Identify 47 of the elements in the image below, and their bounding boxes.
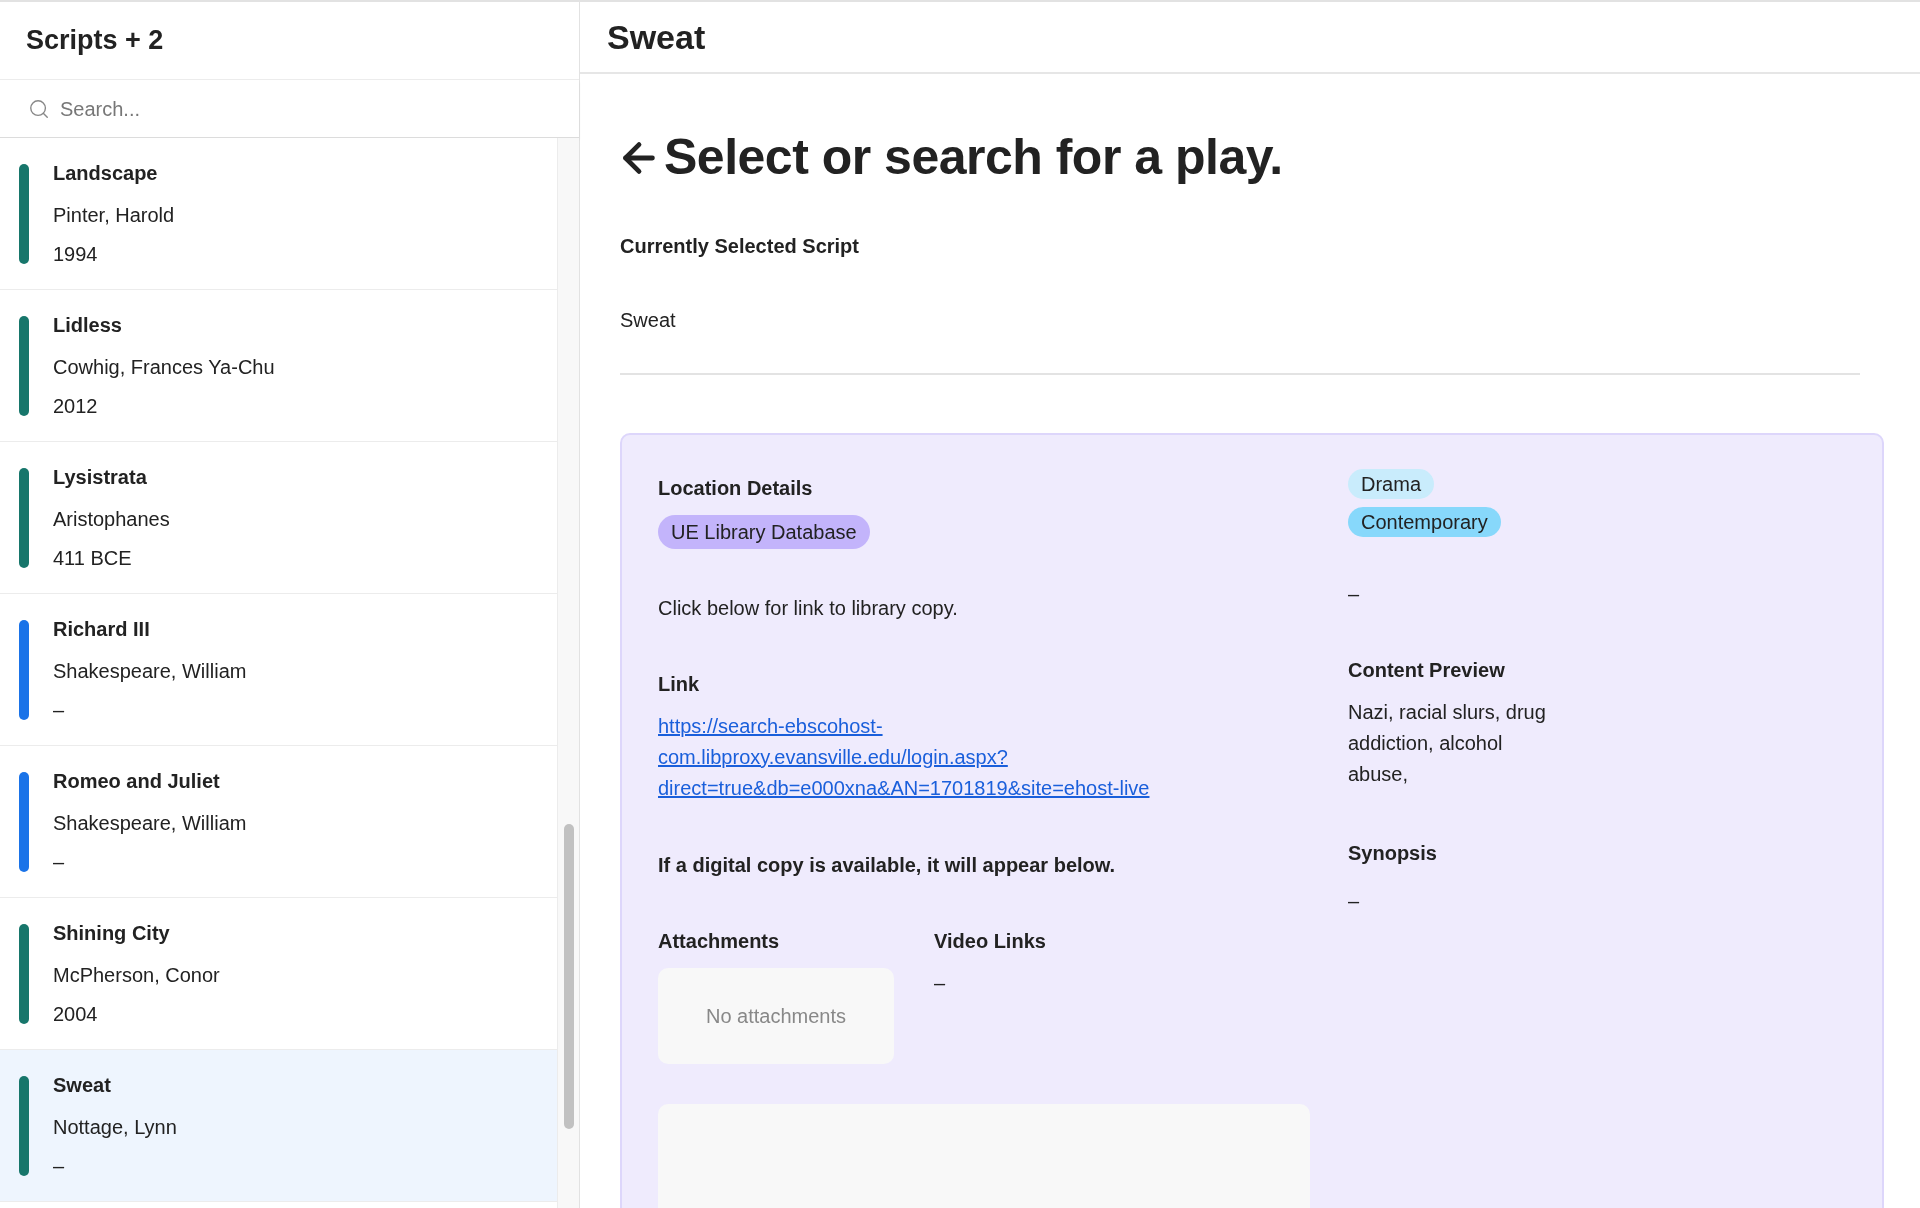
script-author: Shakespeare, William: [53, 811, 247, 836]
script-year: 2004: [53, 1002, 99, 1027]
page-heading: Select or search for a play.: [664, 128, 1283, 187]
content-preview-label: Content Preview: [1348, 658, 1506, 683]
tags-note: –: [1348, 582, 1361, 607]
video-links-label: Video Links: [934, 929, 1046, 954]
search-icon: [28, 97, 50, 120]
script-title: Shining City: [53, 921, 171, 946]
script-author: Shakespeare, William: [53, 659, 247, 684]
digital-note: If a digital copy is available, it will appear below.: [658, 853, 1117, 878]
content-preview-text: Nazi, racial slurs, drug addiction, alcohol abuse,: [1348, 700, 1547, 787]
link-label: Link: [658, 672, 701, 697]
script-title: Sweat: [53, 1073, 112, 1098]
selected-label: Currently Selected Script: [620, 234, 860, 259]
script-author: Aristophanes: [53, 507, 170, 532]
script-title: Landscape: [53, 161, 159, 186]
script-author: Nottage, Lynn: [53, 1115, 177, 1140]
script-title: Richard III: [53, 617, 151, 642]
script-year: 411 BCE: [53, 546, 133, 571]
script-title: Romeo and Juliet: [53, 769, 221, 794]
synopsis-label: Synopsis: [1348, 841, 1438, 866]
scrollbar-thumb[interactable]: [563, 824, 574, 1129]
genre-tag: Drama: [1348, 469, 1434, 499]
selected-value: Sweat: [620, 308, 677, 333]
script-year: –: [53, 1154, 66, 1179]
genre-tag: Contemporary: [1348, 507, 1501, 537]
search-field[interactable]: Search...: [60, 93, 551, 124]
script-year: –: [53, 698, 66, 723]
sidebar-title: Scripts + 2: [26, 24, 164, 58]
attachments-label: Attachments: [658, 929, 781, 954]
location-tag: UE Library Database: [658, 515, 870, 549]
script-author: Cowhig, Frances Ya-Chu: [53, 355, 275, 380]
script-title: Lidless: [53, 313, 123, 338]
script-title: Lysistrata: [53, 465, 148, 490]
click-note: Click below for link to library copy.: [658, 596, 959, 621]
script-author: McPherson, Conor: [53, 963, 220, 988]
script-list-item[interactable]: Sweat Nottage, Lynn –: [0, 1050, 557, 1202]
library-link[interactable]: https://search-ebscohost-com.libproxy.evansville.edu/login.aspx?direct=true&db=e000xna&AN=1701819&site=ehost-live: [658, 711, 1168, 804]
script-year: –: [53, 850, 66, 875]
location-label: Location Details: [658, 476, 814, 501]
script-year: 1994: [53, 242, 99, 267]
script-year: 2012: [53, 394, 99, 419]
synopsis-value: –: [1348, 889, 1361, 914]
page-header-title: Sweat: [607, 16, 706, 58]
video-links-value: –: [934, 971, 947, 996]
script-author: Pinter, Harold: [53, 203, 175, 228]
attachments-empty-panel: No attachments: [658, 968, 894, 1064]
